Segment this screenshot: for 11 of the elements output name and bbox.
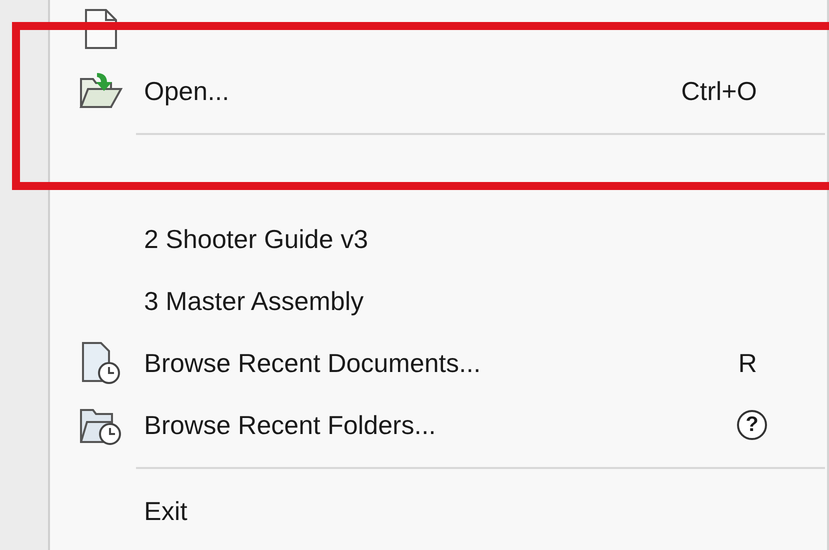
menu-item[interactable]: Browse Recent Documents...: [144, 348, 481, 378]
shortcut-text: R: [738, 348, 757, 378]
document-clock-icon: [80, 341, 122, 385]
shortcut-text: Ctrl+O: [681, 76, 757, 106]
help-icon[interactable]: ?: [737, 410, 767, 440]
menu-item[interactable]: Browse Recent Folders...: [144, 410, 436, 440]
menu-item[interactable]: 2 Shooter Guide v3: [144, 224, 368, 254]
folder-arrow-icon: [79, 71, 123, 111]
menu-item[interactable]: 3 Master Assembly: [144, 286, 364, 316]
menu-item[interactable]: Open...: [144, 76, 230, 106]
menu-item[interactable]: Exit: [144, 496, 188, 526]
